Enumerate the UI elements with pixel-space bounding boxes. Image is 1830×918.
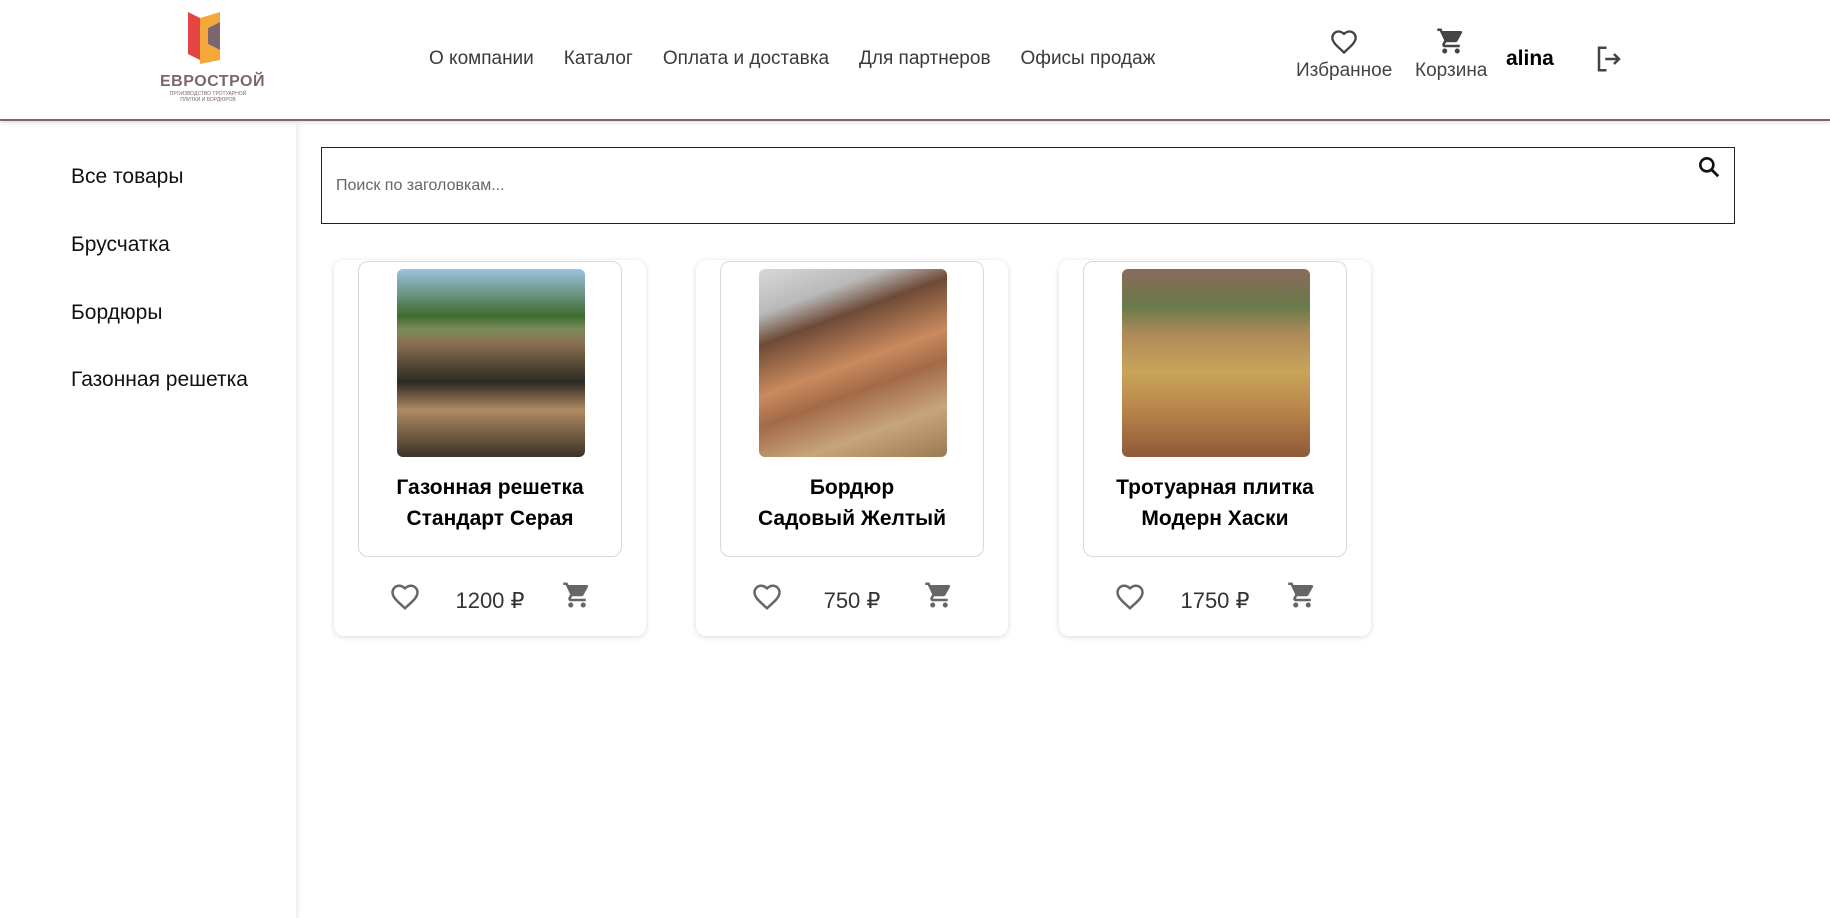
product-price: 1200 ₽ <box>455 588 525 613</box>
product-title: Газонная решетка <box>396 476 584 499</box>
logout-icon <box>1597 46 1621 72</box>
favorites-button[interactable]: Избранное <box>1296 28 1392 82</box>
search-icon[interactable] <box>1696 154 1722 180</box>
nav-offices[interactable]: Офисы продаж <box>1021 48 1156 70</box>
nav-partners[interactable]: Для партнеров <box>859 48 991 70</box>
product-title: Бордюр <box>809 476 895 499</box>
cart-button[interactable]: Корзина <box>1415 26 1487 82</box>
header: ЕВРОСТРОЙ ПРОИЗВОДСТВО ТРОТУАРНОЙ ПЛИТКИ… <box>0 0 1830 121</box>
product-image <box>397 269 585 457</box>
nav-about[interactable]: О компании <box>429 48 534 70</box>
sidebar-item-paving[interactable]: Брусчатка <box>71 233 170 257</box>
product-link[interactable]: Тротуарная плитка Модерн Хаски <box>1083 261 1347 557</box>
cart-icon <box>1437 28 1463 54</box>
logo-text: ЕВРОСТРОЙ <box>160 73 265 90</box>
product-subtitle: Стандарт Серая <box>406 507 574 530</box>
sidebar-item-curbs[interactable]: Бордюры <box>71 301 162 325</box>
product-price: 750 ₽ <box>823 588 881 613</box>
search-box <box>321 147 1735 224</box>
product-card: Бордюр Садовый Желтый 750 ₽ <box>696 260 1008 636</box>
sidebar-item-lawn-grid[interactable]: Газонная решетка <box>71 368 248 392</box>
heart-icon <box>1331 30 1357 55</box>
logout-button[interactable] <box>1594 44 1624 79</box>
product-subtitle: Модерн Хаски <box>1141 507 1289 530</box>
product-card: Газонная решетка Стандарт Серая 1200 ₽ <box>334 260 646 636</box>
add-to-cart-icon[interactable] <box>1287 580 1317 610</box>
product-image <box>1122 269 1310 457</box>
nav-payment-delivery[interactable]: Оплата и доставка <box>663 48 829 70</box>
category-sidebar: Все товары Брусчатка Бордюры Газонная ре… <box>0 123 298 918</box>
product-title: Тротуарная плитка <box>1116 476 1314 499</box>
product-link[interactable]: Бордюр Садовый Желтый <box>720 261 984 557</box>
main-nav: О компании Каталог Оплата и доставка Для… <box>429 48 1155 70</box>
logo[interactable]: ЕВРОСТРОЙ ПРОИЗВОДСТВО ТРОТУАРНОЙ ПЛИТКИ… <box>160 10 265 106</box>
sidebar-item-all[interactable]: Все товары <box>71 165 183 189</box>
nav-catalog[interactable]: Каталог <box>564 48 633 70</box>
product-price: 1750 ₽ <box>1180 588 1250 613</box>
add-to-cart-icon[interactable] <box>924 580 954 610</box>
product-link[interactable]: Газонная решетка Стандарт Серая <box>358 261 622 557</box>
add-to-cart-icon[interactable] <box>562 580 592 610</box>
favorites-label: Избранное <box>1296 60 1393 81</box>
product-subtitle: Садовый Желтый <box>758 507 946 530</box>
search-input[interactable] <box>322 148 1734 223</box>
product-card: Тротуарная плитка Модерн Хаски 1750 ₽ <box>1059 260 1371 636</box>
logo-tagline: ПРОИЗВОДСТВО ТРОТУАРНОЙ ПЛИТКИ И БОРДЮРО… <box>169 91 247 103</box>
logo-icon <box>188 12 220 64</box>
cart-label: Корзина <box>1415 60 1488 81</box>
username[interactable]: alina <box>1506 47 1554 71</box>
product-image <box>759 269 947 457</box>
